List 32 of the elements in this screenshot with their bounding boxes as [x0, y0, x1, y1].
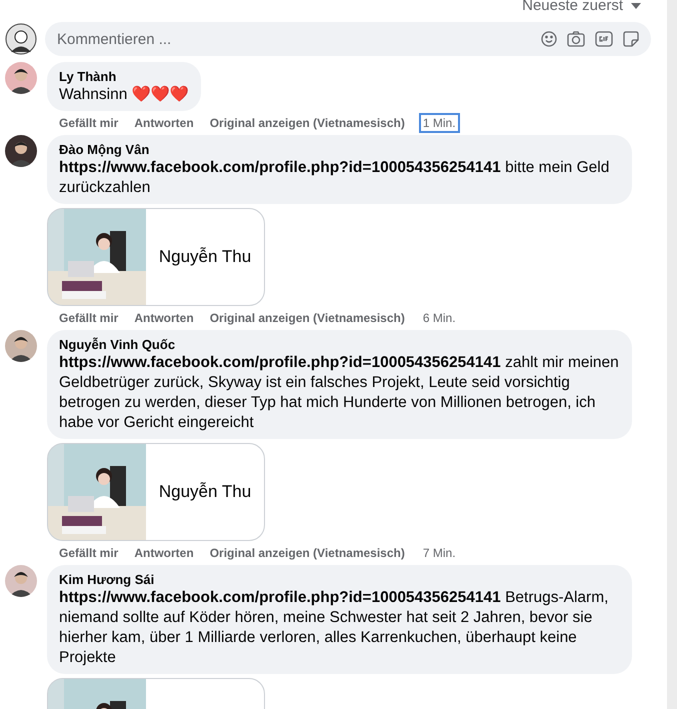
caret-icon — [631, 3, 641, 9]
comment-text: Wahnsinn ❤❤❤ — [59, 85, 189, 105]
attachment-name: Nguyễn Thu — [158, 246, 252, 268]
action-link[interactable]: Gefällt mir — [59, 545, 118, 561]
author-name[interactable]: Nguyễn Vinh Quốc — [59, 336, 620, 353]
action-link[interactable]: Antworten — [134, 115, 194, 131]
action-link[interactable]: Gefällt mir — [59, 115, 118, 131]
sort-menu[interactable]: Neueste zuerst — [522, 0, 641, 14]
action-link[interactable]: Gefällt mir — [59, 310, 118, 326]
action-link[interactable]: Antworten — [134, 310, 194, 326]
gif-icon[interactable] — [595, 31, 613, 47]
comment-field[interactable]: Kommentieren ... — [45, 22, 651, 56]
author-name[interactable]: Kim Hương Sái — [59, 571, 620, 588]
author-name[interactable]: Đào Mộng Vân — [59, 141, 620, 158]
sticker-icon[interactable] — [623, 31, 639, 47]
action-link[interactable]: Antworten — [134, 545, 194, 561]
action-link[interactable]: Original anzeigen (Vietnamesisch) — [210, 115, 405, 131]
avatar-icon — [5, 23, 37, 55]
action-link[interactable]: Original anzeigen (Vietnamesisch) — [210, 545, 405, 561]
emoji-icon[interactable] — [541, 31, 557, 47]
timestamp[interactable]: 1 Min. — [420, 115, 458, 131]
comment-text: https://www.facebook.com/profile.php?id=100054356254141 bitte mein Geld zurückzahlen — [59, 158, 610, 198]
timestamp[interactable]: 6 Min. — [420, 310, 458, 326]
attachment-card[interactable]: Nguyễn Thu — [47, 443, 265, 541]
camera-icon[interactable] — [567, 31, 585, 47]
comment-text: https://www.facebook.com/profile.php?id=100054356254141 zahlt mir meinen Geldbetrüger zurück, Skyway ist ein falsches Projekt, Leute seid vorsichtig betrogen zu werden, dieser Typ hat mich Hunderte von Millionen betrogen, ich habe vor Gericht eingereicht — [59, 353, 620, 433]
author-name[interactable]: Ly Thành — [59, 68, 189, 85]
timestamp[interactable]: 7 Min. — [420, 545, 458, 561]
action-link[interactable]: Original anzeigen (Vietnamesisch) — [210, 310, 405, 326]
attachment-card[interactable]: Nguyễn Thu — [47, 208, 265, 306]
attachment-name: Nguyễn Thu — [158, 481, 252, 504]
comment-text: https://www.facebook.com/profile.php?id=100054356254141 Betrugs-Alarm, niemand sollte auf Köder hören, meine Schwester hat seit 2 Jahren, bevor sie hierher kam, über 1 Milliarde verloren, alles Karrenkuchen, überhaupt keine Projekte — [59, 588, 610, 668]
